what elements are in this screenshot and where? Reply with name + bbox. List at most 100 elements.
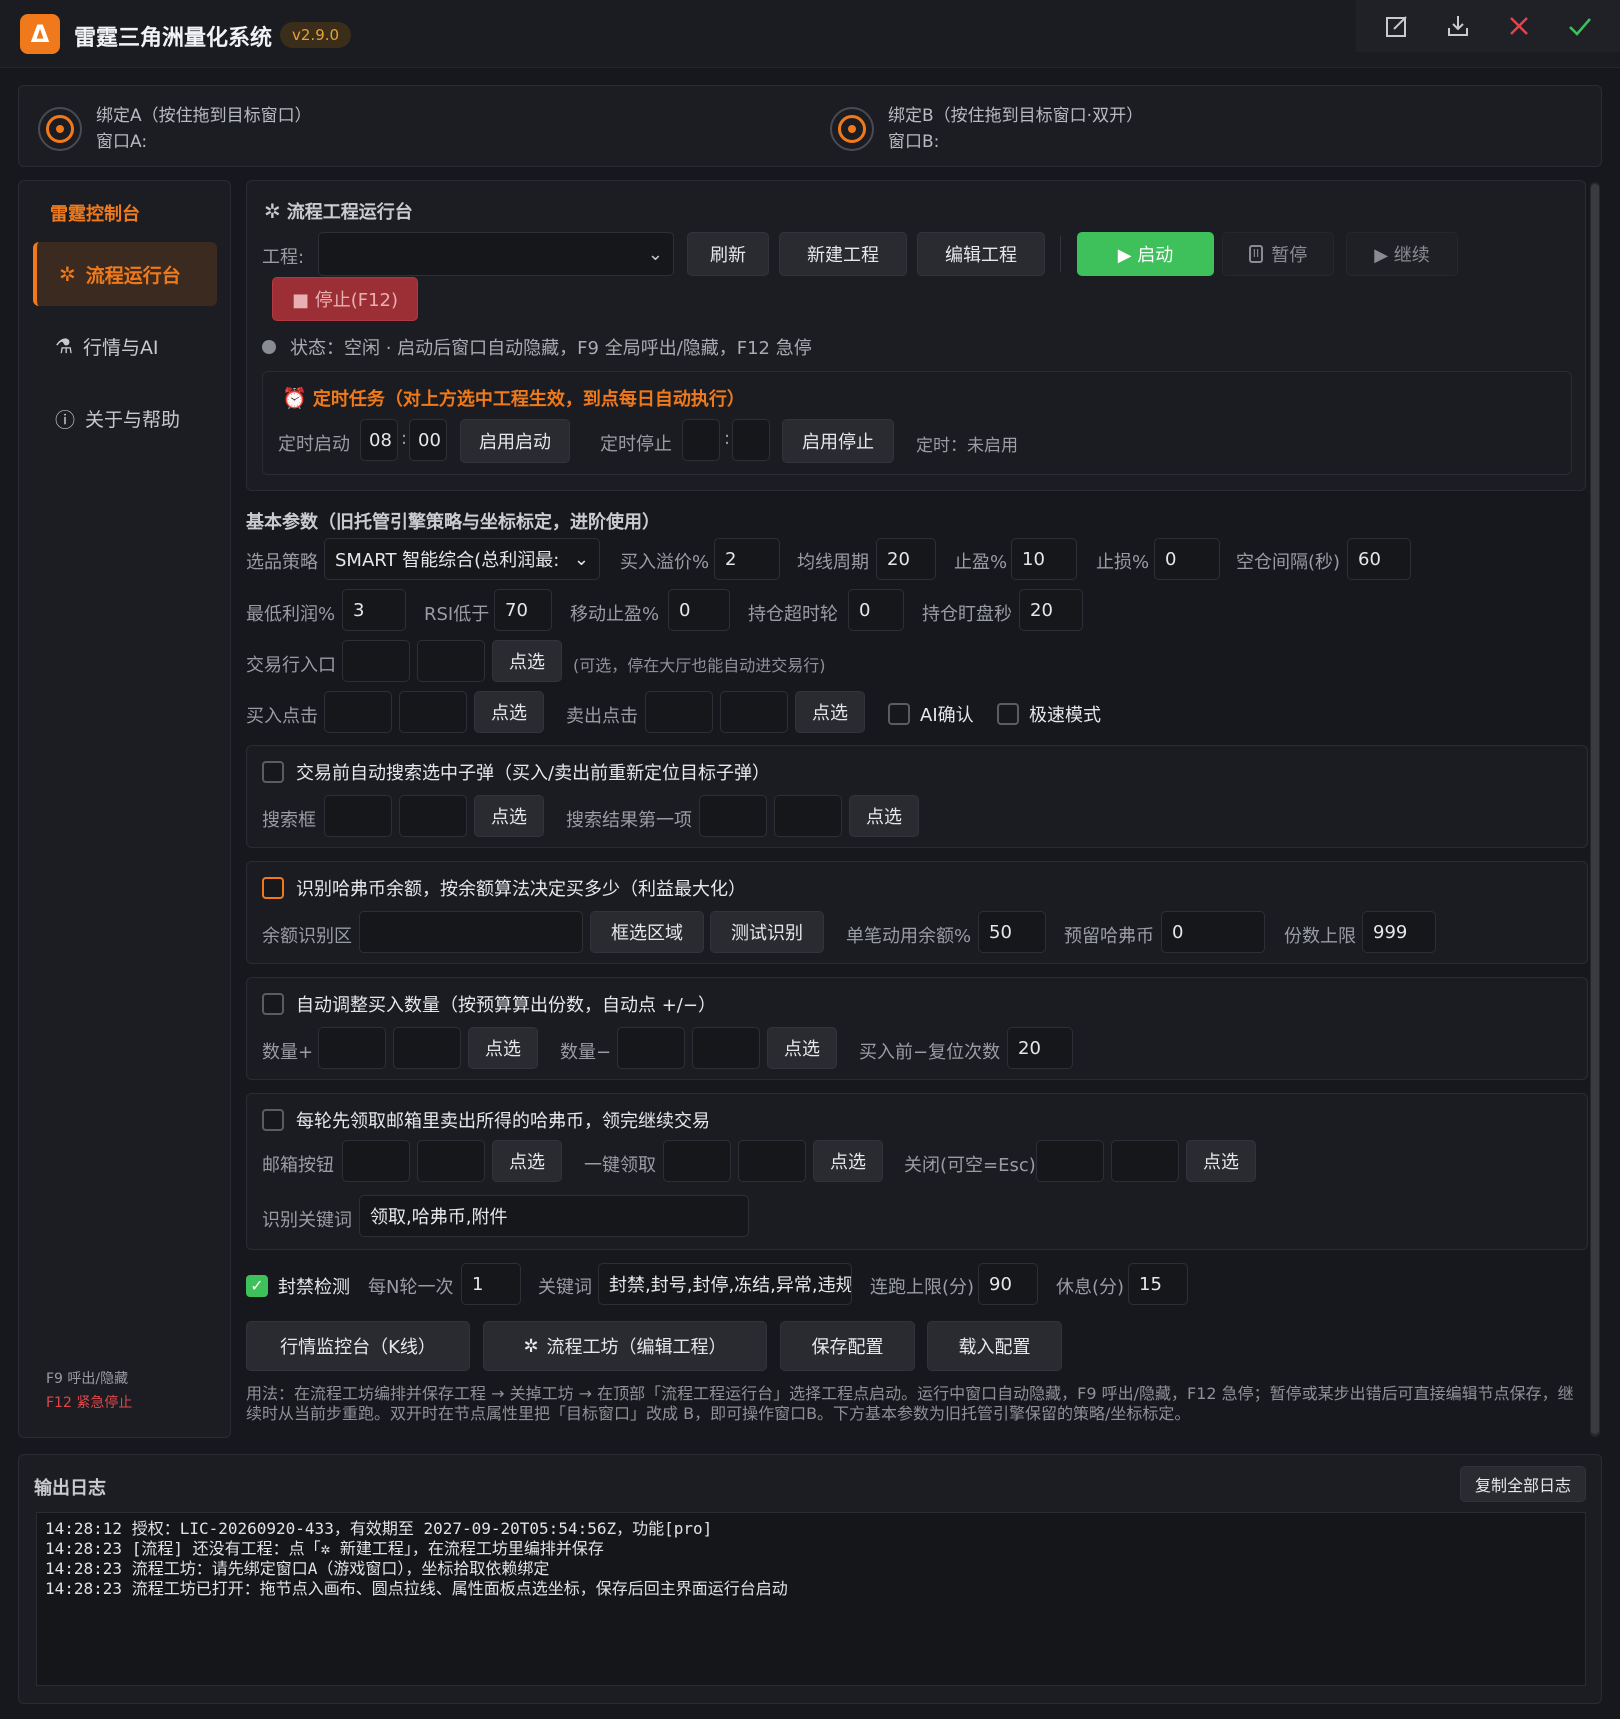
close-mail-y-input[interactable] (1111, 1140, 1179, 1182)
claim-x-input[interactable] (663, 1140, 731, 1182)
bind-a[interactable]: 绑定A（按住拖到目标窗口） 窗口A: (38, 103, 312, 155)
qty-plus-y-input[interactable] (393, 1027, 461, 1069)
balance-header[interactable]: 识别哈弗币余额，按余额算法决定买多少（利益最大化） (262, 875, 746, 901)
close-mail-x-input[interactable] (1036, 1140, 1104, 1182)
search-x-input[interactable] (324, 795, 392, 837)
load-config-button[interactable]: 载入配置 (927, 1321, 1062, 1371)
claim-pick-button[interactable]: 点选 (813, 1140, 883, 1182)
balance-checkbox[interactable] (262, 877, 284, 899)
fast-mode-toggle[interactable]: 极速模式 (997, 701, 1101, 727)
test-recognize-button[interactable]: 测试识别 (710, 911, 824, 953)
qty-plus-pick-button[interactable]: 点选 (468, 1027, 538, 1069)
sidebar-item-runner[interactable]: ✲ 流程运行台 (33, 242, 217, 306)
strategy-select[interactable]: SMART 智能综合(总利润最: ⌄ (324, 538, 600, 580)
pause-button[interactable]: II 暂停 (1222, 232, 1334, 276)
hold-timeout-input[interactable]: 0 (848, 589, 904, 631)
reset-count-input[interactable]: 20 (1007, 1027, 1073, 1069)
buy-premium-input[interactable]: 2 (714, 538, 780, 580)
first-result-pick-button[interactable]: 点选 (849, 795, 919, 837)
max-units-input[interactable]: 999 (1362, 911, 1436, 953)
sell-click-y-input[interactable] (720, 691, 788, 733)
keyword-input[interactable]: 领取,哈弗币,附件 (359, 1195, 749, 1237)
ban-checkbox[interactable]: ✓ (246, 1275, 268, 1297)
resume-button[interactable]: ▶ 继续 (1346, 232, 1458, 276)
claim-y-input[interactable] (738, 1140, 806, 1182)
search-y-input[interactable] (399, 795, 467, 837)
trailing-input[interactable]: 0 (668, 589, 730, 631)
check-icon[interactable] (1560, 6, 1600, 46)
mail-y-input[interactable] (417, 1140, 485, 1182)
fast-mode-checkbox[interactable] (997, 703, 1019, 725)
close-mail-pick-button[interactable]: 点选 (1186, 1140, 1256, 1182)
idle-interval-input[interactable]: 60 (1347, 538, 1411, 580)
refresh-button[interactable]: 刷新 (687, 232, 769, 276)
market-monitor-button[interactable]: 行情监控台（K线） (246, 1321, 470, 1371)
schedule-start-hour[interactable]: 08 (360, 419, 398, 461)
entry-x-input[interactable] (342, 640, 410, 682)
schedule-stop-hour[interactable] (682, 419, 720, 461)
qty-minus-pick-button[interactable]: 点选 (767, 1027, 837, 1069)
enable-start-button[interactable]: 启用启动 (460, 419, 570, 463)
buy-click-pick-button[interactable]: 点选 (474, 691, 544, 733)
schedule-start-min[interactable]: 00 (409, 419, 447, 461)
project-select[interactable]: ⌄ (318, 232, 674, 276)
mail-header[interactable]: 每轮先领取邮箱里卖出所得的哈弗币，领完继续交易 (262, 1107, 710, 1133)
entry-y-input[interactable] (417, 640, 485, 682)
start-button[interactable]: ▶ 启动 (1077, 232, 1214, 276)
edit-project-button[interactable]: 编辑工程 (917, 232, 1045, 276)
mail-checkbox[interactable] (262, 1109, 284, 1131)
enable-stop-button[interactable]: 启用停止 (782, 419, 894, 463)
rest-input[interactable]: 15 (1128, 1263, 1188, 1305)
first-result-y-input[interactable] (774, 795, 842, 837)
save-config-button[interactable]: 保存配置 (780, 1321, 915, 1371)
qty-plus-x-input[interactable] (318, 1027, 386, 1069)
sell-click-pick-button[interactable]: 点选 (795, 691, 865, 733)
edit-icon[interactable] (1377, 6, 1417, 46)
use-pct-input[interactable]: 50 (978, 911, 1046, 953)
search-header[interactable]: 交易前自动搜索选中子弹（买入/卖出前重新定位目标子弹） (262, 759, 770, 785)
search-checkbox[interactable] (262, 761, 284, 783)
select-area-button[interactable]: 框选区域 (590, 911, 704, 953)
schedule-start-label: 定时启动 (278, 434, 350, 455)
bind-b[interactable]: 绑定B（按住拖到目标窗口·双开） 窗口B: (830, 103, 1143, 155)
reserve-input[interactable]: 0 (1161, 911, 1265, 953)
first-result-x-input[interactable] (699, 795, 767, 837)
take-profit-input[interactable]: 10 (1011, 538, 1077, 580)
buy-click-y-input[interactable] (399, 691, 467, 733)
stop-loss-input[interactable]: 0 (1154, 538, 1220, 580)
target-b-icon[interactable] (830, 107, 874, 151)
rsi-input[interactable]: 70 (494, 589, 552, 631)
buy-click-x-input[interactable] (324, 691, 392, 733)
min-profit-input[interactable]: 3 (342, 589, 406, 631)
workshop-button[interactable]: ✲ 流程工坊（编辑工程） (483, 1321, 767, 1371)
search-pick-button[interactable]: 点选 (474, 795, 544, 837)
ma-input[interactable]: 20 (876, 538, 936, 580)
run-limit-input[interactable]: 90 (978, 1263, 1038, 1305)
balance-area-input[interactable] (359, 911, 583, 953)
sell-click-x-input[interactable] (645, 691, 713, 733)
copy-log-button[interactable]: 复制全部日志 (1460, 1466, 1586, 1502)
qty-minus-y-input[interactable] (692, 1027, 760, 1069)
ai-confirm-checkbox[interactable] (888, 703, 910, 725)
target-a-icon[interactable] (38, 107, 82, 151)
scrollbar-thumb[interactable] (1591, 184, 1599, 1434)
quantity-checkbox[interactable] (262, 993, 284, 1015)
ban-keyword-input[interactable]: 封禁,封号,封停,冻结,异常,违规 (598, 1263, 852, 1305)
close-icon[interactable] (1499, 6, 1539, 46)
qty-minus-x-input[interactable] (617, 1027, 685, 1069)
ai-confirm-toggle[interactable]: AI确认 (888, 701, 974, 727)
download-icon[interactable] (1438, 6, 1478, 46)
quantity-header[interactable]: 自动调整买入数量（按预算算出份数，自动点 +/−） (262, 991, 716, 1017)
new-project-button[interactable]: 新建工程 (779, 232, 907, 276)
sidebar-item-market-ai[interactable]: ⚗ 行情与AI (33, 314, 217, 378)
mail-x-input[interactable] (342, 1140, 410, 1182)
log-output[interactable]: 14:28:12 授权：LIC-20260920-433，有效期至 2027-0… (36, 1512, 1586, 1686)
mail-pick-button[interactable]: 点选 (492, 1140, 562, 1182)
stop-button[interactable]: ■ 停止(F12) (272, 277, 418, 321)
watch-seconds-input[interactable]: 20 (1019, 589, 1083, 631)
sidebar-item-about[interactable]: ⓘ 关于与帮助 (33, 386, 217, 450)
entry-pick-button[interactable]: 点选 (492, 640, 562, 682)
ban-every-input[interactable]: 1 (461, 1263, 521, 1305)
ban-toggle[interactable]: ✓ 封禁检测 (246, 1273, 350, 1299)
schedule-stop-min[interactable] (732, 419, 770, 461)
